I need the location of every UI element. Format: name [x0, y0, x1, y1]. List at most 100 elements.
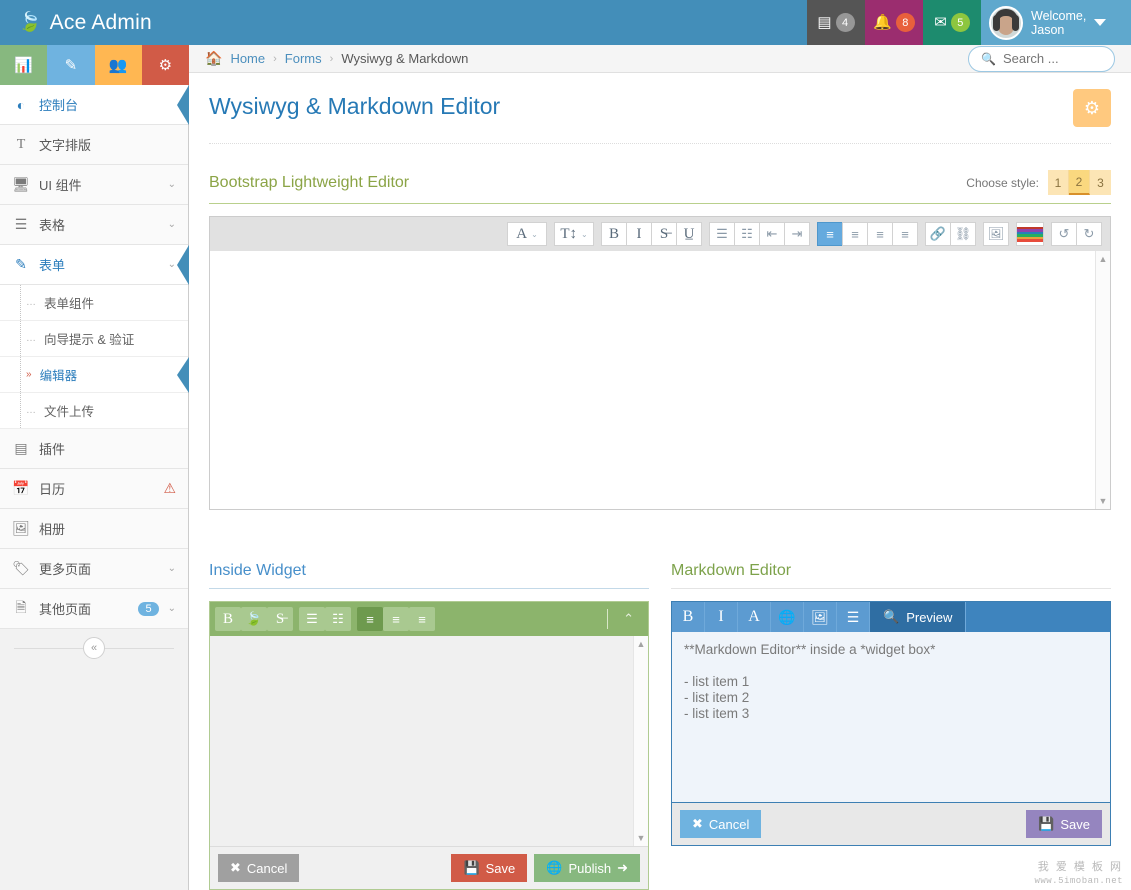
scroll-down-icon[interactable]: ▼	[637, 833, 646, 843]
sidebar-item-ui-elements[interactable]: 🖥 UI 组件 ⌄	[0, 165, 188, 205]
style-button-3[interactable]: 3	[1090, 170, 1111, 195]
align-right-button[interactable]: ≡	[867, 222, 893, 246]
pencil-icon: ✎	[65, 56, 78, 74]
breadcrumb-separator: ›	[273, 53, 277, 65]
align-right-button[interactable]: ≡	[409, 607, 435, 631]
markdown-preview-button[interactable]: 🔍 Preview	[870, 602, 966, 632]
unordered-list-button[interactable]: ☰	[709, 222, 735, 246]
main-content: 🏠 Home › Forms › Wysiwyg & Markdown 🔍 Wy…	[189, 45, 1131, 890]
image-button[interactable]: 🖼	[804, 602, 837, 632]
shortcut-users-button[interactable]: 👥	[95, 45, 142, 85]
italic-button[interactable]: I	[705, 602, 738, 632]
cogs-icon: ⚙	[159, 56, 172, 74]
unordered-list-button[interactable]: ☰	[299, 607, 325, 631]
sidebar-subitem-form-elements[interactable]: … 表单组件	[0, 285, 188, 321]
align-center-button[interactable]: ≡	[383, 607, 409, 631]
search-input[interactable]	[1003, 51, 1102, 66]
markdown-save-button[interactable]: 💾 Save	[1026, 810, 1102, 838]
style-button-2[interactable]: 2	[1069, 170, 1090, 195]
sidebar-item-forms[interactable]: ✎ 表单 ⌄	[0, 245, 188, 285]
cancel-label: Cancel	[709, 817, 749, 832]
user-menu[interactable]: Welcome, Jason	[981, 0, 1131, 45]
link-button[interactable]: 🔗	[925, 222, 951, 246]
color-picker-button[interactable]	[1016, 222, 1044, 246]
sidebar-item-tables[interactable]: ☰ 表格 ⌄	[0, 205, 188, 245]
heading-button[interactable]: A	[738, 602, 771, 632]
underline-button[interactable]: U̲	[676, 222, 702, 246]
shortcut-chart-button[interactable]: 📊	[0, 45, 47, 85]
scroll-down-icon[interactable]: ▼	[1099, 496, 1108, 506]
sidebar-item-calendar[interactable]: 📅 日历 ⚠	[0, 469, 188, 509]
scroll-up-icon[interactable]: ▲	[1099, 254, 1108, 264]
bootstrap-editor-toolbar: A ⌄ T↕ ⌄ B I S̶ U̲	[210, 217, 1110, 251]
insert-image-button[interactable]: 🖼	[983, 222, 1009, 246]
style-button-1[interactable]: 1	[1048, 170, 1069, 195]
inside-widget-cancel-button[interactable]: ✖ Cancel	[218, 854, 299, 882]
bold-button[interactable]: B	[215, 607, 241, 631]
active-arrow	[177, 85, 189, 125]
redo-button[interactable]: ↻	[1076, 222, 1102, 246]
sidebar-subitem-editors[interactable]: » 编辑器	[0, 357, 188, 393]
unlink-button[interactable]: ⛓	[950, 222, 976, 246]
italic-button[interactable]: I	[626, 222, 652, 246]
list-button[interactable]: ☰	[837, 602, 870, 632]
bold-button[interactable]: B	[601, 222, 627, 246]
sidebar-item-gallery[interactable]: 🖼 相册	[0, 509, 188, 549]
brand-logo[interactable]: 🍃 Ace Admin	[0, 0, 189, 45]
inside-widget-textarea[interactable]	[210, 636, 633, 846]
page-body: Wysiwyg & Markdown Editor ⚙ Bootstrap Li…	[189, 73, 1131, 890]
tasks-badge: 4	[836, 13, 855, 32]
sidebar-collapse-button[interactable]: «	[83, 637, 105, 659]
markdown-editor-textarea[interactable]: **Markdown Editor** inside a *widget box…	[672, 632, 1110, 802]
widget-collapse-button[interactable]: ⌃	[615, 611, 642, 627]
bootstrap-editor-title: Bootstrap Lightweight Editor	[209, 174, 409, 192]
sidebar-item-widgets[interactable]: ▤ 插件	[0, 429, 188, 469]
markdown-cancel-button[interactable]: ✖ Cancel	[680, 810, 761, 838]
link-button[interactable]: 🌐	[771, 602, 804, 632]
navbar-tasks-button[interactable]: ▤ 4	[807, 0, 865, 45]
ordered-list-button[interactable]: ☷	[734, 222, 760, 246]
shortcut-settings-button[interactable]: ⚙	[142, 45, 189, 85]
ordered-list-button[interactable]: ☷	[325, 607, 351, 631]
navbar-messages-button[interactable]: ✉ 5	[923, 0, 981, 45]
sidebar-subitem-file-upload[interactable]: … 文件上传	[0, 393, 188, 429]
sidebar-subitem-wizard-validation[interactable]: … 向导提示 & 验证	[0, 321, 188, 357]
leaf-icon-button[interactable]: 🍃	[241, 607, 267, 631]
bootstrap-editor-scrollbar[interactable]: ▲ ▼	[1095, 251, 1110, 509]
group-icon: 👥	[109, 56, 128, 74]
bar-chart-icon: 📊	[14, 56, 33, 74]
navbar-notifications-button[interactable]: 🔔 8	[865, 0, 923, 45]
breadcrumb-forms[interactable]: Forms	[285, 51, 322, 66]
inside-widget-publish-button[interactable]: 🌐 Publish ➜	[534, 854, 640, 882]
strikethrough-button[interactable]: S̶	[267, 607, 293, 631]
sidebar-item-label: 文字排版	[39, 135, 176, 154]
home-icon[interactable]: 🏠	[205, 50, 222, 67]
inside-widget-scrollbar[interactable]: ▲ ▼	[633, 636, 648, 846]
sidebar-item-typography[interactable]: T 文字排版	[0, 125, 188, 165]
sidebar-item-more-pages[interactable]: 🏷 更多页面 ⌄	[0, 549, 188, 589]
history-group: ↺ ↻	[1051, 222, 1102, 246]
toolbar-divider	[607, 609, 608, 629]
inside-widget-save-button[interactable]: 💾 Save	[451, 854, 527, 882]
bootstrap-editor-textarea[interactable]	[210, 251, 1095, 509]
undo-button[interactable]: ↺	[1051, 222, 1077, 246]
rainbow-icon	[1017, 227, 1043, 242]
align-left-button[interactable]: ≡	[357, 607, 383, 631]
sidebar-item-other-pages[interactable]: 🗎 其他页面 5 ⌄	[0, 589, 188, 629]
scroll-up-icon[interactable]: ▲	[637, 639, 646, 649]
shortcut-edit-button[interactable]: ✎	[47, 45, 94, 85]
indent-button[interactable]: ⇥	[784, 222, 810, 246]
sidebar-item-dashboard[interactable]: ◐ 控制台	[0, 85, 188, 125]
font-name-button[interactable]: A ⌄	[507, 222, 547, 246]
markdown-footer-actions: 💾 Save	[1026, 810, 1102, 838]
font-size-button[interactable]: T↕ ⌄	[554, 222, 594, 246]
bold-button[interactable]: B	[672, 602, 705, 632]
settings-toggle-button[interactable]: ⚙	[1073, 89, 1111, 127]
outdent-button[interactable]: ⇤	[759, 222, 785, 246]
align-center-button[interactable]: ≡	[842, 222, 868, 246]
align-justify-button[interactable]: ≡	[892, 222, 918, 246]
search-box[interactable]: 🔍	[968, 46, 1115, 72]
align-left-button[interactable]: ≡	[817, 222, 843, 246]
breadcrumb-home[interactable]: Home	[230, 51, 265, 66]
strikethrough-button[interactable]: S̶	[651, 222, 677, 246]
